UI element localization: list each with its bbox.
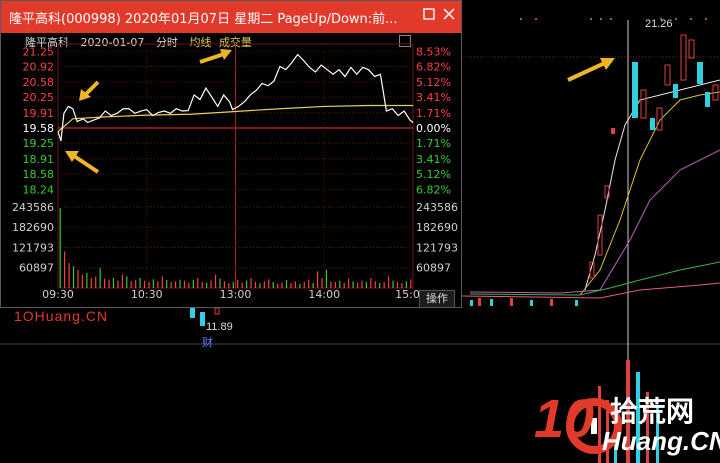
volume-tick-right: 182690 [416,221,458,234]
cai-label: 财 [202,337,213,349]
ma-line-purple [469,149,720,294]
price-tick-right: 0.00% [416,122,451,135]
yellow-arrow-left-upper [76,78,102,108]
kline-candles [589,34,719,279]
ma-line-white [584,79,720,291]
price-tick-left: 19.25 [23,137,55,150]
watermark-top-left: 1OHuang.CN [14,308,109,324]
low-label: 11.89 [206,321,233,333]
price-tick-left: 20.92 [23,60,55,73]
price-tick-right: 5.12% [416,76,451,89]
yellow-arrow-top [196,46,236,70]
volume-tick-left: 182690 [12,221,54,234]
background-dots [520,18,707,20]
price-tick-right: 3.41% [416,91,451,104]
price-tick-right: 1.71% [416,107,451,120]
time-tick: 10:30 [131,288,163,301]
price-tick-right: 8.53% [416,45,451,58]
price-tick-left: 21.25 [23,45,55,58]
price-tick-left: 18.91 [23,153,55,166]
price-tick-left: 19.58 [23,122,55,135]
logo-text-cn: 拾荒网 [610,396,695,427]
volume-tick-right: 121793 [416,242,458,255]
time-tick: 13:00 [220,288,252,301]
volume-tick-left: 243586 [12,201,54,214]
action-button[interactable]: 操作 [419,290,455,308]
price-tick-right: 5.12% [416,168,451,181]
yellow-arrow-left-lower [62,148,102,180]
time-tick: 14:00 [308,288,340,301]
time-tick: 09:30 [42,288,74,301]
price-tick-right: 6.82% [416,184,451,197]
logo-text-domain: Huang.CN [602,426,720,456]
price-tick-left: 20.25 [23,91,55,104]
price-tick-left: 18.24 [23,184,55,197]
peak-label: 21.26 [645,18,673,30]
price-tick-right: 3.41% [416,153,451,166]
volume-tick-right: 243586 [416,201,458,214]
site-logo: 10 拾荒网 Huang.CN [534,386,720,463]
yellow-arrow-right [567,58,615,82]
price-tick-right: 6.82% [416,60,451,73]
price-tick-left: 20.58 [23,76,55,89]
logo-big-number: 10 [534,389,595,449]
volume-tick-left: 60897 [19,262,54,275]
volume-tick-right: 60897 [416,262,451,275]
price-tick-left: 19.91 [23,107,55,120]
price-tick-right: 1.71% [416,137,451,150]
volume-tick-left: 121793 [12,242,54,255]
price-tick-left: 18.58 [23,168,55,181]
